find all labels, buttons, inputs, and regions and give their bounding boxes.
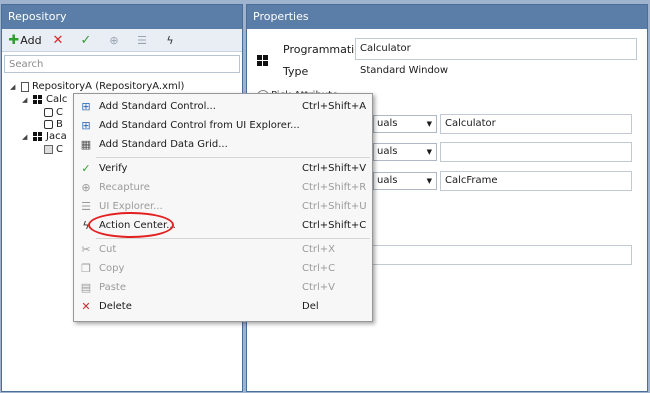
checkmark-icon: ✓ <box>80 32 92 48</box>
highlight-ring <box>88 212 174 238</box>
add-button[interactable]: ✚ Add <box>6 31 44 49</box>
menu-item-shortcut: Ctrl+V <box>302 282 336 293</box>
attribute-value-input-3[interactable]: CalcFrame <box>440 171 632 191</box>
type-value: Standard Window <box>360 65 449 76</box>
tree-node-jaca[interactable]: ◢ Jaca <box>22 131 67 142</box>
menu-item-shortcut: Ctrl+Shift+U <box>302 201 367 212</box>
data-grid-icon: ▦ <box>80 138 92 151</box>
windows-icon <box>33 94 43 105</box>
crosshair-icon: ⊕ <box>81 181 91 194</box>
operator-dropdown-1-value: uals <box>377 118 398 129</box>
properties-header: Properties <box>247 5 647 29</box>
checkmark-icon: ✓ <box>81 162 91 175</box>
tree-node-root-label: RepositoryA (RepositoryA.xml) <box>32 81 185 92</box>
add-control-icon: ⊞ <box>81 100 91 113</box>
menu-item-shortcut: Ctrl+X <box>302 244 336 255</box>
windows-icon <box>33 131 43 142</box>
expand-triangle-icon[interactable]: ◢ <box>10 83 18 91</box>
menu-item-shortcut: Ctrl+Shift+R <box>302 182 367 193</box>
action-center-button[interactable]: ϟ <box>156 31 184 49</box>
menu-item-shortcut: Ctrl+C <box>302 263 336 274</box>
tree-node-calc-label: Calc <box>46 94 68 105</box>
menu-item-shortcut: Ctrl+Shift+V <box>302 163 367 174</box>
expand-triangle-icon[interactable]: ◢ <box>22 96 30 104</box>
add-label: Add <box>20 33 42 47</box>
ui-explorer-add-icon: ⊞ <box>81 119 91 132</box>
paste-clipboard-icon: ▤ <box>80 281 92 294</box>
menu-item-label: Recapture <box>99 182 150 193</box>
tree-node-root[interactable]: ◢ RepositoryA (RepositoryA.xml) <box>10 81 184 92</box>
repository-toolbar: ✚ Add ✕ ✓ ⊕ ☰ ϟ <box>2 29 242 52</box>
menu-item-delete[interactable]: ✕ Delete Del <box>74 297 372 316</box>
menu-item-label: Cut <box>99 244 117 255</box>
menu-item-recapture[interactable]: ⊕ Recapture Ctrl+Shift+R <box>74 178 372 197</box>
menu-item-label: Paste <box>99 282 126 293</box>
operator-dropdown-2[interactable]: uals ▼ <box>373 143 437 161</box>
menu-separator <box>96 238 370 239</box>
tree-node-jaca-child[interactable]: C <box>44 144 63 155</box>
attribute-value-input-1[interactable]: Calculator <box>440 114 632 134</box>
menu-item-label: Add Standard Control from UI Explorer... <box>99 120 300 131</box>
chevron-down-icon: ▼ <box>426 148 432 156</box>
recapture-button[interactable]: ⊕ <box>100 31 128 49</box>
menu-item-shortcut: Ctrl+Shift+A <box>302 101 367 112</box>
context-menu: ⊞ Add Standard Control... Ctrl+Shift+A ⊞… <box>73 93 373 322</box>
delete-x-icon: ✕ <box>52 32 64 48</box>
operator-dropdown-2-value: uals <box>377 146 398 157</box>
crosshair-icon: ⊕ <box>109 33 119 47</box>
verify-button[interactable]: ✓ <box>72 31 100 49</box>
chevron-down-icon: ▼ <box>426 120 432 128</box>
plus-icon: ✚ <box>8 32 20 48</box>
ui-explorer-button[interactable]: ☰ <box>128 31 156 49</box>
lightning-icon: ϟ <box>166 33 174 47</box>
tree-node-jaca-child-label: C <box>56 144 63 155</box>
tree-list-icon: ☰ <box>137 33 147 47</box>
menu-item-shortcut: Del <box>302 301 319 312</box>
tree-node-jaca-label: Jaca <box>46 131 67 142</box>
extra-input[interactable] <box>372 245 632 265</box>
search-input[interactable]: Search <box>4 55 240 73</box>
attribute-value-input-2[interactable] <box>440 142 632 162</box>
menu-item-add-standard-data-grid[interactable]: ▦ Add Standard Data Grid... <box>74 135 372 154</box>
tree-node-calc[interactable]: ◢ Calc <box>22 94 67 105</box>
menu-item-add-standard-control[interactable]: ⊞ Add Standard Control... Ctrl+Shift+A <box>74 97 372 116</box>
menu-item-label: Add Standard Data Grid... <box>99 139 228 150</box>
operator-dropdown-3[interactable]: uals ▼ <box>373 172 437 190</box>
menu-separator <box>96 157 370 158</box>
menu-item-label: Add Standard Control... <box>99 101 216 112</box>
menu-item-add-control-from-ui-explorer[interactable]: ⊞ Add Standard Control from UI Explorer.… <box>74 116 372 135</box>
windows-icon <box>257 55 269 67</box>
expand-triangle-icon[interactable]: ◢ <box>22 133 30 141</box>
chevron-down-icon: ▼ <box>426 177 432 185</box>
menu-item-label: Delete <box>99 301 132 312</box>
programmatic-id-input[interactable]: Calculator <box>355 38 637 60</box>
scissors-icon: ✂ <box>81 243 91 256</box>
copy-icon: ❐ <box>81 262 91 275</box>
operator-dropdown-1[interactable]: uals ▼ <box>373 115 437 133</box>
menu-item-copy[interactable]: ❐ Copy Ctrl+C <box>74 259 372 278</box>
menu-item-paste[interactable]: ▤ Paste Ctrl+V <box>74 278 372 297</box>
control-icon <box>44 120 53 129</box>
tree-node-calc-child-2-label: B <box>56 119 63 130</box>
tree-node-calc-child-1-label: C <box>56 107 63 118</box>
control-icon <box>44 108 53 117</box>
tree-node-calc-child-1[interactable]: C <box>44 107 63 118</box>
delete-x-icon: ✕ <box>81 300 91 313</box>
repository-header: Repository <box>2 5 242 29</box>
menu-item-verify[interactable]: ✓ Verify Ctrl+Shift+V <box>74 159 372 178</box>
tree-list-icon: ☰ <box>81 200 91 213</box>
type-label: Type <box>283 65 309 78</box>
menu-item-cut[interactable]: ✂ Cut Ctrl+X <box>74 240 372 259</box>
grid-icon <box>44 145 53 154</box>
delete-button[interactable]: ✕ <box>44 31 72 49</box>
menu-item-shortcut: Ctrl+Shift+C <box>302 220 367 231</box>
document-icon <box>21 81 29 92</box>
tree-node-calc-child-2[interactable]: B <box>44 119 63 130</box>
menu-item-label: Verify <box>99 163 128 174</box>
menu-item-label: Copy <box>99 263 125 274</box>
operator-dropdown-3-value: uals <box>377 175 398 186</box>
